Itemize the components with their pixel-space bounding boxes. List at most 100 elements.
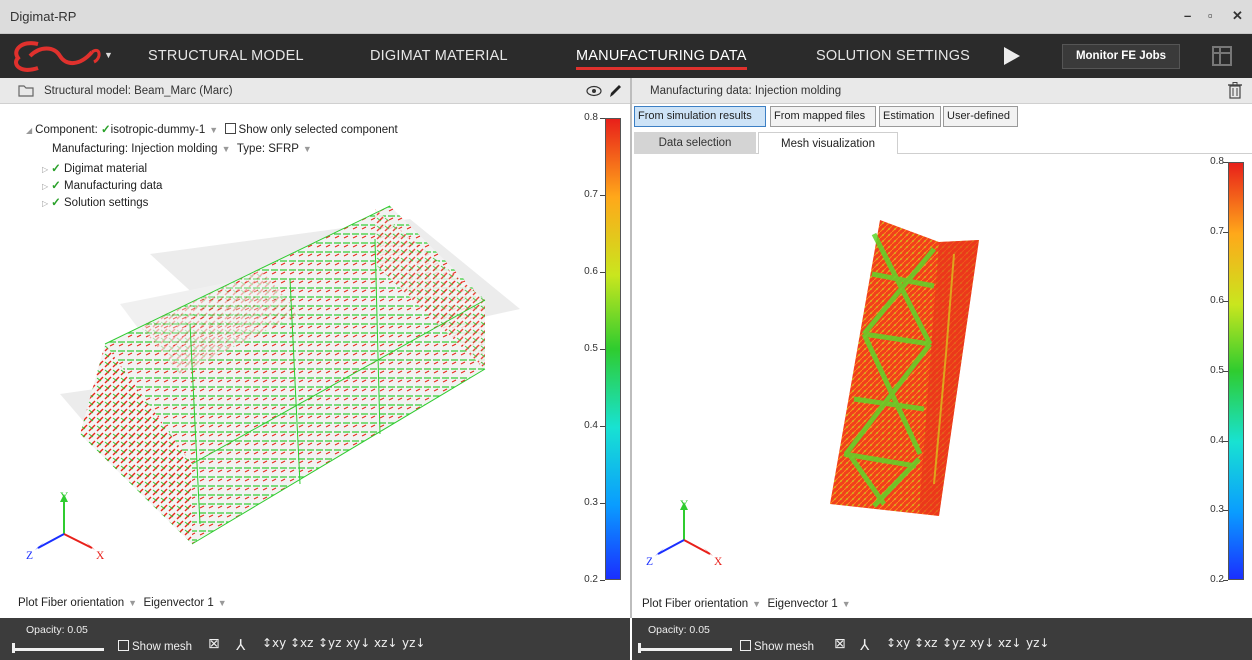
folder-icon[interactable]: [18, 84, 34, 97]
axis-y-label: Y: [60, 491, 69, 503]
plot-quantity-select[interactable]: Fiber orientation: [665, 598, 748, 610]
eigenvector-select[interactable]: Eigenvector 1: [143, 597, 213, 609]
colorbar-tick-mark: [600, 426, 605, 427]
opacity-slider-handle[interactable]: [638, 643, 641, 653]
opacity-slider[interactable]: [638, 648, 732, 651]
from-mapped-files-button[interactable]: From mapped files: [770, 106, 876, 127]
tree-item-solution-settings[interactable]: ▷ ✓ Solution settings: [42, 195, 148, 209]
play-icon[interactable]: [1004, 47, 1020, 65]
plot-quantity-select[interactable]: Fiber orientation: [41, 597, 124, 609]
axis-z-label: Z: [26, 550, 34, 562]
tree-item-label: Digimat material: [64, 163, 148, 175]
tab-structural-model[interactable]: STRUCTURAL MODEL: [148, 48, 304, 64]
dropdown-arrow-icon[interactable]: ▼: [218, 598, 227, 608]
view-neg-xy-button[interactable]: xy↓: [346, 636, 370, 650]
eye-icon[interactable]: [586, 85, 602, 97]
tab-data-selection[interactable]: Data selection: [634, 132, 756, 154]
expand-triangle-icon[interactable]: ▷: [42, 182, 48, 191]
minimize-button[interactable]: –: [1184, 8, 1191, 23]
fiber-orientation-mesh-render: [655, 220, 979, 556]
left-plot-row: Plot Fiber orientation ▼ Eigenvector 1 ▼: [18, 597, 227, 609]
manufacturing-select[interactable]: Injection molding: [131, 143, 217, 155]
opacity-slider[interactable]: [12, 648, 104, 651]
colorbar-tick-mark: [1223, 371, 1228, 372]
user-defined-button[interactable]: User-defined: [943, 106, 1018, 127]
fit-view-icon[interactable]: ⊠: [834, 636, 846, 652]
expand-triangle-icon[interactable]: ▷: [42, 165, 48, 174]
dropdown-arrow-icon[interactable]: ▼: [128, 598, 137, 608]
tree-item-label: Solution settings: [64, 197, 149, 209]
check-icon: ✓: [101, 124, 111, 136]
component-row: ◢ Component: ✓isotropic-dummy-1 ▼ Show onl…: [26, 122, 398, 136]
opacity-slider-handle[interactable]: [12, 643, 15, 653]
main-nav: ▼ STRUCTURAL MODEL DIGIMAT MATERIAL MANU…: [0, 34, 1252, 78]
axis-x-label: X: [96, 550, 105, 562]
close-button[interactable]: ✕: [1232, 8, 1243, 24]
view-xz-button[interactable]: ↕xz: [290, 636, 313, 650]
colorbar-tick-label: 0.3: [584, 497, 598, 508]
show-mesh-checkbox[interactable]: [740, 640, 751, 651]
manufacturing-row: Manufacturing: Injection molding ▼ Type: …: [52, 143, 312, 155]
colorbar-tick-mark: [600, 503, 605, 504]
tree-item-manufacturing-data[interactable]: ▷ ✓ Manufacturing data: [42, 178, 162, 192]
dropdown-arrow-icon[interactable]: ▼: [222, 144, 231, 154]
dropdown-arrow-icon[interactable]: ▼: [303, 144, 312, 154]
monitor-fe-jobs-button[interactable]: Monitor FE Jobs: [1062, 44, 1180, 69]
component-select[interactable]: isotropic-dummy-1: [111, 124, 206, 136]
view-xz-button[interactable]: ↕xz: [914, 636, 937, 650]
panel-splitter[interactable]: [630, 78, 632, 618]
colorbar-tick-mark: [600, 195, 605, 196]
tab-solution-settings[interactable]: SOLUTION SETTINGS: [816, 48, 970, 64]
pencil-icon[interactable]: [608, 83, 622, 99]
tab-manufacturing-data[interactable]: MANUFACTURING DATA: [576, 48, 747, 70]
view-xy-button[interactable]: ↕xy: [886, 636, 910, 650]
colorbar-tick-mark: [1223, 162, 1228, 163]
view-neg-yz-button[interactable]: yz↓: [402, 636, 425, 650]
view-neg-yz-button[interactable]: yz↓: [1026, 636, 1049, 650]
eigenvector-select[interactable]: Eigenvector 1: [767, 598, 837, 610]
dropdown-arrow-icon[interactable]: ▼: [752, 599, 761, 609]
axes-view-icon[interactable]: ⅄: [236, 636, 245, 654]
right-bottom-toolbar: Opacity: 0.05 Show mesh ⊠ ⅄ ↕xy ↕xz ↕yz …: [632, 618, 1252, 660]
show-mesh-toggle[interactable]: Show mesh: [740, 640, 814, 653]
dropdown-arrow-icon[interactable]: ▼: [209, 125, 218, 135]
view-neg-xy-button[interactable]: xy↓: [970, 636, 994, 650]
right-3d-viewport[interactable]: Y X Z 0.8 0.7 0.6 0.5 0.4 0.3 0.2 Plot Fiber o…: [634, 154, 1252, 618]
app-logo-icon[interactable]: [8, 38, 104, 74]
colorbar-tick-label: 0.5: [1210, 365, 1224, 376]
view-neg-xz-button[interactable]: xz↓: [374, 636, 397, 650]
collapse-triangle-icon[interactable]: ◢: [26, 126, 32, 135]
fit-view-icon[interactable]: ⊠: [208, 636, 220, 652]
expand-triangle-icon[interactable]: ▷: [42, 199, 48, 208]
menu-caret-icon[interactable]: ▼: [104, 50, 113, 60]
dropdown-arrow-icon[interactable]: ▼: [842, 599, 851, 609]
trash-icon[interactable]: [1228, 82, 1242, 99]
type-select[interactable]: SFRP: [268, 143, 299, 155]
axes-view-icon[interactable]: ⅄: [860, 636, 869, 654]
grid-icon[interactable]: [1212, 46, 1232, 66]
colorbar-tick-mark: [1223, 580, 1228, 581]
show-mesh-checkbox[interactable]: [118, 640, 129, 651]
tab-digimat-material[interactable]: DIGIMAT MATERIAL: [370, 48, 508, 64]
from-simulation-results-button[interactable]: From simulation results: [634, 106, 766, 127]
left-bottom-toolbar: Opacity: 0.05 Show mesh ⊠ ⅄ ↕xy ↕xz ↕yz …: [0, 618, 630, 660]
view-yz-button[interactable]: ↕yz: [942, 636, 965, 650]
view-yz-button[interactable]: ↕yz: [318, 636, 341, 650]
subtab-bar: Data selection Mesh visualization: [634, 132, 1252, 154]
colorbar-tick-mark: [600, 118, 605, 119]
title-bar: Digimat-RP – ▫ ✕: [0, 0, 1252, 34]
maximize-button[interactable]: ▫: [1208, 8, 1213, 23]
show-mesh-label: Show mesh: [132, 641, 193, 653]
colorbar-tick-label: 0.3: [1210, 504, 1224, 516]
right-colorbar: [1228, 162, 1244, 580]
estimation-button[interactable]: Estimation: [879, 106, 941, 127]
show-mesh-toggle[interactable]: Show mesh: [118, 640, 192, 653]
left-panel-header: Structural model: Beam_Marc (Marc): [0, 78, 630, 104]
tree-item-digimat-material[interactable]: ▷ ✓ Digimat material: [42, 161, 147, 175]
view-xy-button[interactable]: ↕xy: [262, 636, 286, 650]
colorbar-tick-mark: [1223, 510, 1228, 512]
show-only-selected-checkbox[interactable]: [224, 123, 236, 134]
left-3d-viewport[interactable]: Y X Z ◢ Component: ✓isotropic-dummy-1 ▼ Sh…: [0, 104, 630, 618]
tab-mesh-visualization[interactable]: Mesh visualization: [758, 132, 898, 154]
view-neg-xz-button[interactable]: xz↓: [998, 636, 1021, 650]
